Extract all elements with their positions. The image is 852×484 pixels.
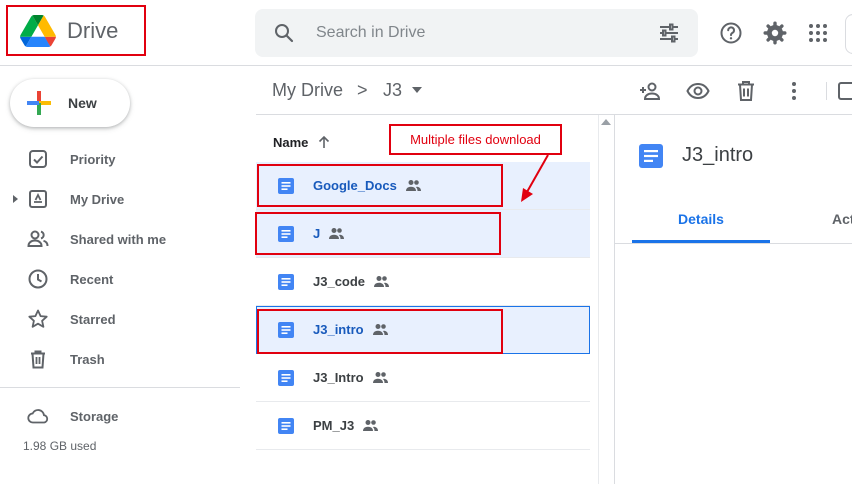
breadcrumb-my-drive[interactable]: My Drive [272,80,343,101]
more-actions-icon[interactable] [782,79,806,103]
annotation-box-google-docs [257,164,503,207]
file-name: J3_Intro [313,370,364,385]
shared-people-icon [363,420,379,431]
sidebar-item-label: Shared with me [70,231,167,247]
sidebar-item-recent[interactable]: Recent [0,259,240,299]
sidebar-item-priority[interactable]: Priority [0,139,240,179]
annotation-arrow-icon [521,154,549,202]
tab-details[interactable]: Details [632,211,770,227]
search-input[interactable]: Search in Drive [316,24,657,42]
new-button[interactable]: New [10,79,130,127]
share-add-person-icon[interactable] [638,79,662,103]
details-pane-border [614,115,615,484]
my-drive-icon [29,190,47,208]
tab-activity[interactable]: Act [832,211,852,227]
sort-ascending-arrow-icon[interactable] [317,135,331,149]
help-icon[interactable] [719,21,743,45]
settings-gear-icon[interactable] [763,21,787,45]
plus-icon [27,91,51,115]
sidebar-item-label: Storage [70,408,119,424]
file-name: PM_J3 [313,418,355,433]
google-docs-file-icon [278,417,294,434]
shared-people-icon [374,276,390,287]
sidebar-item-label: Priority [70,151,116,167]
sidebar-item-label: Starred [70,311,116,327]
sidebar-item-my-drive[interactable]: My Drive [0,179,240,219]
search-bar[interactable]: Search in Drive [255,9,698,57]
breadcrumb-current-folder[interactable]: J3 [383,80,402,101]
tabs-divider [614,243,852,244]
annotation-box-j3-intro [257,309,503,354]
sidebar-divider [0,387,240,388]
search-icon[interactable] [272,21,296,45]
sidebar-item-label: Trash [70,351,105,367]
google-docs-file-icon [278,273,294,290]
scroll-up-arrow-icon[interactable] [601,118,611,126]
account-button-edge[interactable] [845,14,852,54]
breadcrumb-separator: > [357,80,368,100]
sidebar-item-trash[interactable]: Trash [0,339,240,379]
apps-grid-icon[interactable] [806,21,830,45]
shared-with-me-icon [27,230,49,247]
logo-highlight-box [6,5,146,56]
toolbar-separator [826,82,827,100]
name-column-header[interactable]: Name [273,135,308,150]
file-list-scrollbar[interactable] [598,115,614,484]
sidebar-item-label: Recent [70,271,114,287]
toolbar-divider [256,114,852,115]
details-toggle-icon[interactable] [836,79,852,103]
google-docs-file-icon [278,369,294,386]
cloud-icon [27,409,49,424]
sidebar-item-shared-with-me[interactable]: Shared with me [0,219,240,259]
google-docs-file-icon [639,144,663,168]
file-row-j3-intro-2[interactable]: J3_Intro [256,354,590,402]
star-icon [28,309,48,328]
recent-clock-icon [28,269,48,289]
delete-trash-icon[interactable] [734,79,758,103]
annotation-box-j [255,212,501,255]
search-options-icon[interactable] [657,21,681,45]
folder-menu-dropdown-icon[interactable] [412,87,422,93]
priority-icon [29,150,47,168]
storage-used-text: 1.98 GB used [23,439,97,453]
sidebar-item-starred[interactable]: Starred [0,299,240,339]
details-pane-title: J3_intro [682,144,754,166]
new-button-label: New [68,95,97,111]
preview-eye-icon[interactable] [686,79,710,103]
file-row-j3-code[interactable]: J3_code [256,258,590,306]
shared-people-icon [372,372,388,383]
file-name: J3_code [313,274,366,289]
sidebar-item-storage[interactable]: Storage [0,396,240,436]
sidebar-item-label: My Drive [70,191,125,207]
trash-icon [31,350,45,369]
file-row-pm-j3[interactable]: PM_J3 [256,402,590,450]
